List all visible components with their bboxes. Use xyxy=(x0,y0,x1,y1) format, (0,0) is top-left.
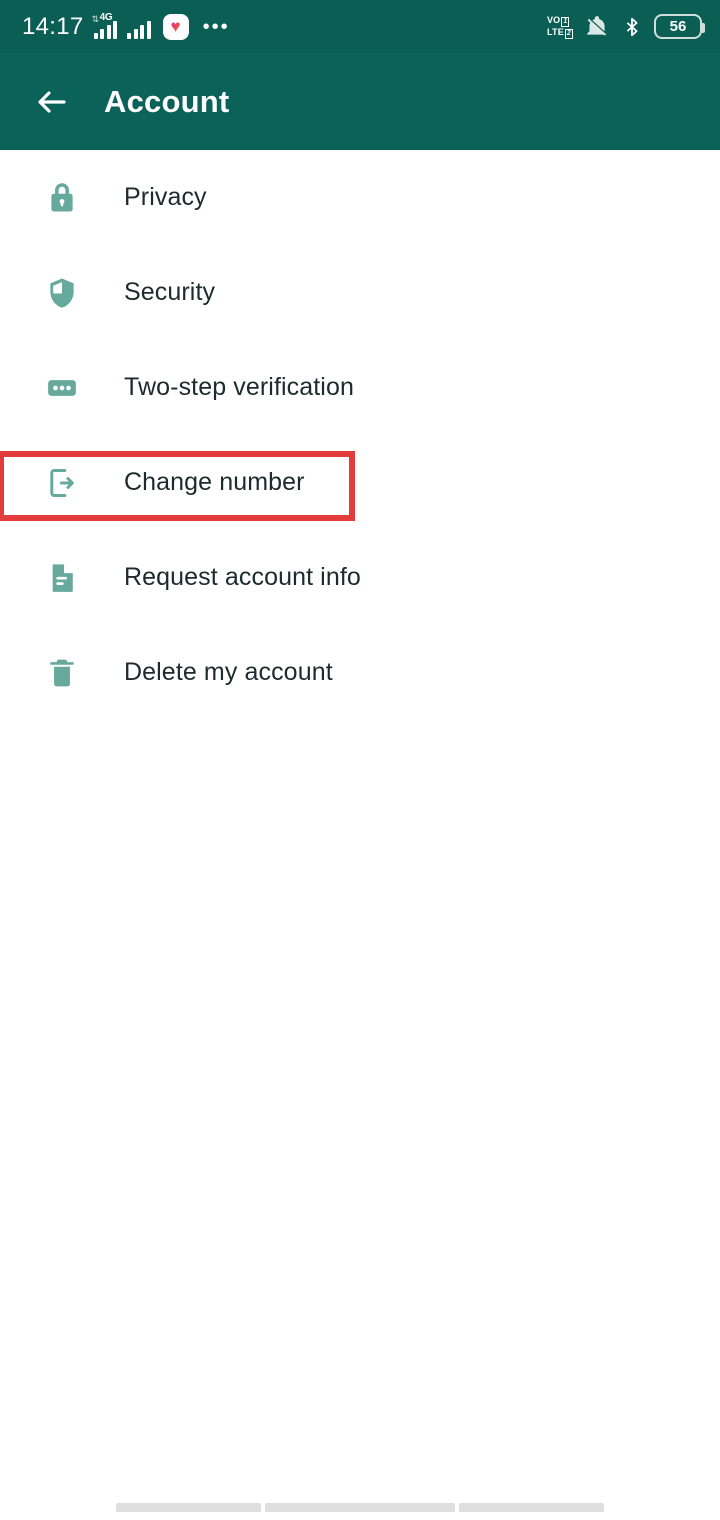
back-arrow-icon xyxy=(38,90,66,113)
signal-bars-secondary xyxy=(127,19,151,39)
volte-line2: LTE xyxy=(546,26,564,37)
document-icon xyxy=(36,552,88,604)
phone-screen: 14:17 ⇅ 4G ♥ ••• VO 1 LTE 2 56 Account P… xyxy=(0,0,720,1520)
heart-glyph: ♥ xyxy=(170,17,181,36)
home-key[interactable] xyxy=(265,1503,455,1512)
account-settings-list: Privacy Security Two-step verification C… xyxy=(0,150,720,720)
trash-icon xyxy=(36,647,88,699)
shield-icon xyxy=(36,267,88,319)
recents-key[interactable] xyxy=(116,1503,261,1512)
change-number-icon xyxy=(36,457,88,509)
list-item-change-number[interactable]: Change number xyxy=(0,435,720,530)
volte-icon: VO 1 LTE 2 xyxy=(547,15,573,39)
status-bar-right: VO 1 LTE 2 56 xyxy=(547,14,705,40)
list-item-delete-my-account[interactable]: Delete my account xyxy=(0,625,720,720)
signal-4g-icon: ⇅ 4G xyxy=(91,12,118,39)
list-item-label: Security xyxy=(124,278,216,306)
status-bar: 14:17 ⇅ 4G ♥ ••• VO 1 LTE 2 56 xyxy=(0,0,720,53)
back-button[interactable] xyxy=(26,76,78,128)
back-key[interactable] xyxy=(459,1503,604,1512)
list-item-security[interactable]: Security xyxy=(0,245,720,340)
volte-badge2: 2 xyxy=(564,28,573,39)
system-navigation-bar xyxy=(0,1492,720,1520)
mute-bell-icon xyxy=(587,15,608,36)
list-item-privacy[interactable]: Privacy xyxy=(0,150,720,245)
bluetooth-icon xyxy=(626,17,638,36)
signal-bars-icon xyxy=(125,14,151,39)
battery-level: 56 xyxy=(669,18,687,35)
app-bar: Account xyxy=(0,53,720,150)
battery-icon: 56 xyxy=(654,14,705,39)
more-dots-icon: ••• xyxy=(202,15,230,38)
volte-badge1: 1 xyxy=(561,16,570,27)
list-item-label: Privacy xyxy=(124,183,207,211)
dots-card-icon xyxy=(36,362,88,414)
health-app-icon: ♥ xyxy=(162,13,189,40)
page-title: Account xyxy=(104,83,230,119)
list-item-label: Change number xyxy=(124,468,305,496)
lock-icon xyxy=(36,172,88,224)
list-item-two-step-verification[interactable]: Two-step verification xyxy=(0,340,720,435)
list-item-label: Two-step verification xyxy=(124,373,354,401)
volte-line1: VO xyxy=(546,14,561,25)
list-item-request-account-info[interactable]: Request account info xyxy=(0,530,720,625)
list-item-label: Request account info xyxy=(124,563,361,591)
data-arrow-icon: ⇅ xyxy=(91,14,100,24)
network-type-label: 4G xyxy=(99,12,113,23)
status-bar-left: 14:17 ⇅ 4G ♥ ••• xyxy=(22,13,547,41)
list-item-label: Delete my account xyxy=(124,658,333,686)
status-clock: 14:17 xyxy=(22,12,84,40)
